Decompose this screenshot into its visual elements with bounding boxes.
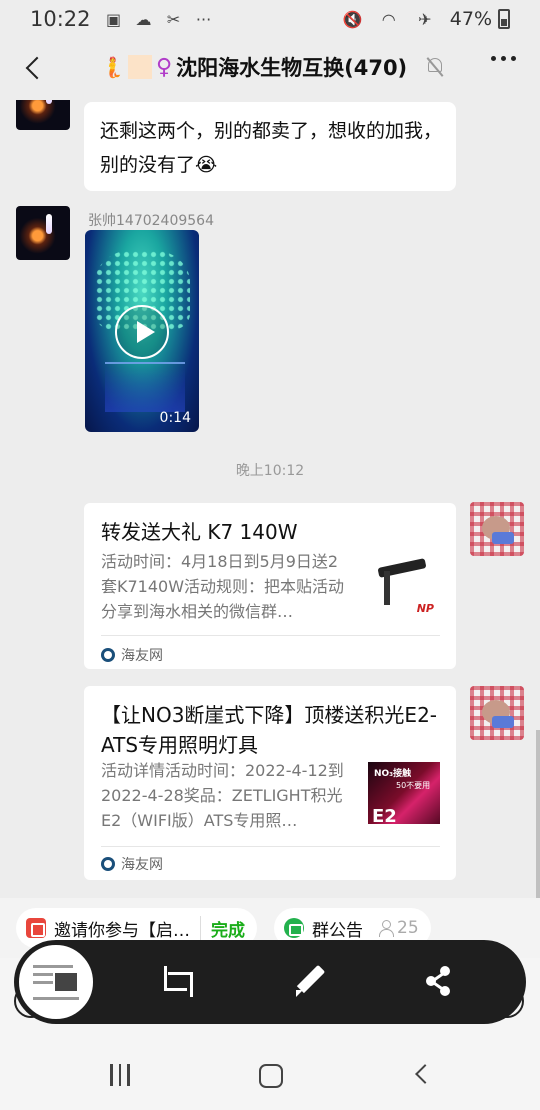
haiyou-logo-icon [101, 857, 115, 871]
notice-count: 25 [397, 918, 419, 938]
haiyou-logo-icon [101, 648, 115, 662]
sender-name: 张帅14702409564 [88, 213, 214, 229]
back-button[interactable] [16, 50, 52, 86]
status-bar: 10:22 ▣ ☁ ✂ ··· 🔇 ◠ ✈ 47% [0, 0, 540, 38]
thumbnail-logo: NP [416, 602, 434, 615]
mermaid-emoji: 🧜 [100, 55, 125, 79]
system-nav-bar [0, 1038, 540, 1110]
group-name: 沈阳海水生物互换(470) [176, 56, 408, 80]
pen-icon[interactable] [290, 962, 330, 1002]
gallery-icon: ▣ [105, 9, 122, 29]
card-source: 海友网 [101, 645, 163, 665]
link-card[interactable]: 转发送大礼 K7 140W 活动时间：4月18日到5月9日送2套K7140W活动… [84, 503, 456, 669]
my-avatar[interactable] [470, 686, 524, 740]
chat-title[interactable]: 🧜 ♀ 沈阳海水生物互换(470) [100, 52, 445, 82]
person-icon [377, 919, 395, 937]
airplane-icon: ✈ [418, 9, 432, 29]
card-description: 活动时间：4月18日到5月9日送2套K7140W活动规则：把本贴活动分享到海水相… [101, 552, 345, 621]
thumbnail-text: 50不要用 [396, 781, 431, 790]
announcement-icon [284, 918, 304, 938]
sender-avatar[interactable] [16, 100, 70, 130]
status-time: 10:22 [30, 7, 91, 31]
play-icon[interactable] [115, 305, 169, 359]
message-timestamp: 晚上10:12 [235, 463, 305, 479]
battery-percent: 47% [449, 8, 492, 30]
video-duration: 0:14 [159, 410, 191, 426]
recent-apps-button[interactable] [108, 1064, 132, 1086]
app-notification-icon: ✂ [166, 9, 181, 29]
female-sign-emoji: ♀ [156, 54, 173, 80]
screenshot-toolbar [14, 940, 526, 1024]
crop-icon[interactable] [156, 962, 196, 1002]
nav-back-button[interactable] [415, 1064, 435, 1084]
card-title: 【让NO3断崖式下降】顶楼送积光E2-ATS专用照明灯具 [101, 703, 438, 757]
card-thumbnail: NP [368, 553, 440, 625]
chevron-left-icon [25, 56, 49, 80]
mute-status-icon: 🔇 [342, 9, 363, 29]
group-notice-label: 群公告 [312, 920, 363, 941]
bell-off-icon [425, 56, 445, 78]
card-source-name: 海友网 [121, 857, 163, 873]
video-message[interactable]: 0:14 [85, 230, 199, 432]
card-thumbnail: NO₃接触 50不要用 E2 [368, 762, 440, 834]
sender-avatar[interactable] [16, 206, 70, 260]
share-icon[interactable] [422, 962, 462, 1002]
scrollbar[interactable] [536, 730, 540, 898]
battery-icon [498, 9, 510, 29]
text-message-bubble[interactable]: 还剩这两个，别的都卖了，想收的加我，别的没有了😭 [84, 102, 456, 191]
card-source: 海友网 [101, 854, 163, 874]
card-source-name: 海友网 [121, 648, 163, 664]
thumbnail-text: NO₃接触 [374, 769, 412, 779]
peach-square-emoji [128, 55, 152, 79]
complete-button[interactable]: 完成 [211, 916, 245, 941]
link-card[interactable]: 【让NO3断崖式下降】顶楼送积光E2-ATS专用照明灯具 活动详情活动时间：20… [84, 686, 456, 880]
more-options-button[interactable] [491, 56, 516, 61]
task-icon [26, 918, 46, 938]
more-notifications-icon: ··· [195, 9, 212, 29]
card-title: 转发送大礼 K7 140W [101, 520, 298, 544]
invite-text: 邀请你参与【启… [54, 920, 190, 941]
cloud-icon: ☁ [135, 9, 152, 29]
chat-message-list[interactable]: 还剩这两个，别的都卖了，想收的加我，别的没有了😭 张帅14702409564 0… [0, 100, 540, 898]
screenshot-preview[interactable] [16, 942, 96, 1022]
home-button[interactable] [259, 1064, 283, 1088]
wifi-icon: ◠ [381, 9, 396, 29]
chat-header: 🧜 ♀ 沈阳海水生物互换(470) [0, 38, 540, 100]
card-description: 活动详情活动时间：2022-4-12到2022-4-28奖品：ZETLIGHT积… [101, 761, 344, 830]
my-avatar[interactable] [470, 502, 524, 556]
